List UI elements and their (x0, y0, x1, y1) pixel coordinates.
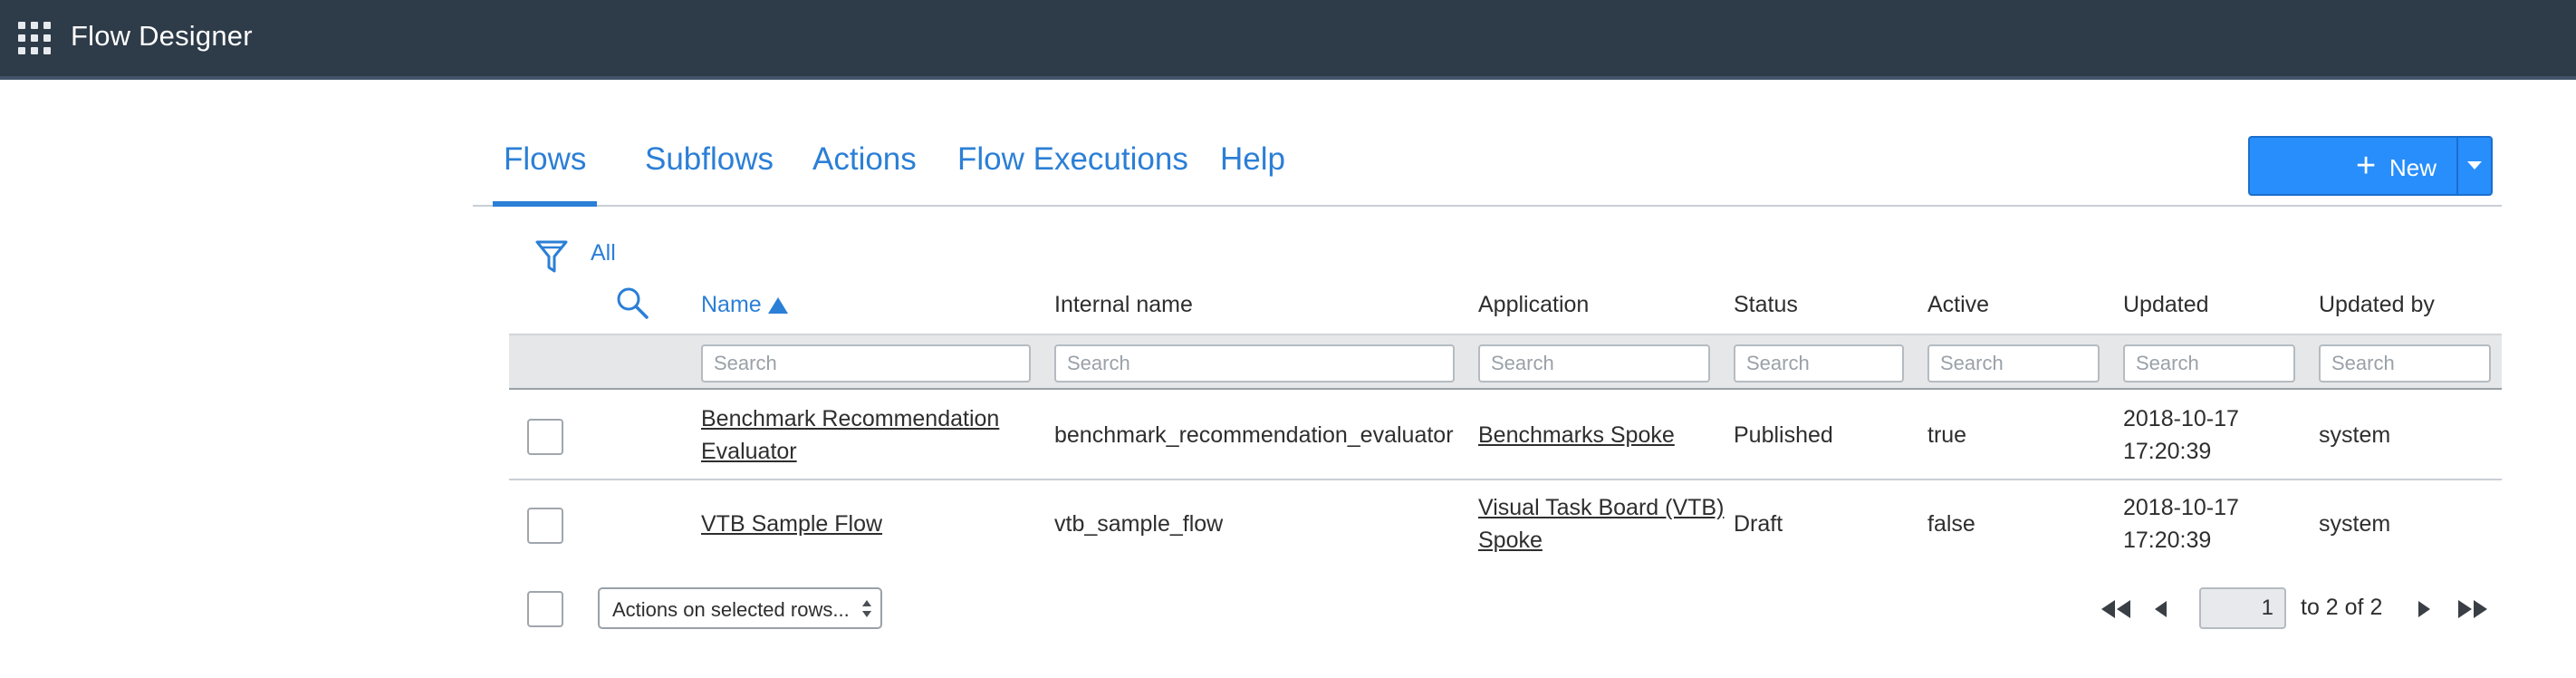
search-input-name[interactable] (701, 344, 1031, 383)
new-button[interactable]: + New (2248, 136, 2493, 196)
last-page-icon[interactable] (2456, 598, 2489, 620)
tab-flow-executions[interactable]: Flow Executions (957, 141, 1188, 178)
column-header-active[interactable]: Active (1927, 292, 1989, 318)
row-name-link[interactable]: VTB Sample Flow (701, 508, 882, 540)
row-checkbox[interactable] (527, 419, 563, 455)
search-input-internal-name[interactable] (1054, 344, 1455, 383)
plus-icon: + (2356, 147, 2377, 185)
actions-on-selected-select[interactable]: Actions on selected rows... (598, 587, 882, 629)
search-input-updated-by[interactable] (2319, 344, 2491, 383)
column-header-application[interactable]: Application (1478, 292, 1589, 318)
app-header: Flow Designer (0, 0, 2576, 80)
row-updated-date: 2018-10-17 (2123, 406, 2239, 431)
table-row: Benchmark Recommendation Evaluator bench… (509, 392, 2502, 480)
column-header-name[interactable]: Name (701, 292, 762, 318)
previous-page-icon[interactable] (2152, 598, 2170, 620)
first-page-icon[interactable] (2100, 598, 2132, 620)
table-row: VTB Sample Flow vtb_sample_flow Visual T… (509, 480, 2502, 569)
actions-select-value: Actions on selected rows... (612, 598, 850, 621)
row-internal-name: benchmark_recommendation_evaluator (1054, 422, 1454, 448)
row-updated-by: system (2319, 511, 2391, 537)
tab-bar: Flows Subflows Actions Flow Executions H… (473, 134, 2502, 207)
column-header-updated-by[interactable]: Updated by (2319, 292, 2435, 318)
column-search-row (509, 334, 2502, 390)
tab-flows[interactable]: Flows (492, 141, 598, 207)
row-application-line: Spoke (1478, 528, 1543, 553)
sort-ascending-icon[interactable] (768, 297, 788, 314)
new-button-label: New (2389, 154, 2437, 181)
row-updated-date: 2018-10-17 (2123, 495, 2239, 520)
search-input-active[interactable] (1927, 344, 2100, 383)
select-up-icon (862, 600, 871, 606)
row-status: Published (1734, 422, 1833, 448)
filter-all-link[interactable]: All (591, 240, 616, 266)
page-range-text: to 2 of 2 (2301, 595, 2383, 620)
search-input-status[interactable] (1734, 344, 1904, 383)
row-updated-time: 17:20:39 (2123, 528, 2212, 553)
column-header-updated[interactable]: Updated (2123, 292, 2209, 318)
search-icon[interactable] (614, 285, 650, 321)
row-updated: 2018-10-17 17:20:39 (2123, 402, 2239, 468)
next-page-icon[interactable] (2415, 598, 2433, 620)
app-title: Flow Designer (71, 20, 253, 52)
row-application-line: Visual Task Board (VTB) (1478, 495, 1725, 520)
row-name-line: Evaluator (701, 439, 797, 464)
row-name-line: VTB Sample Flow (701, 511, 883, 537)
row-name-line: Benchmark Recommendation (701, 406, 1000, 431)
filter-icon[interactable] (534, 237, 569, 276)
row-checkbox[interactable] (527, 508, 563, 544)
select-down-icon (862, 611, 871, 617)
tab-help[interactable]: Help (1220, 141, 1285, 178)
row-application-line: Benchmarks Spoke (1478, 422, 1675, 448)
search-input-application[interactable] (1478, 344, 1710, 383)
select-all-checkbox[interactable] (527, 591, 563, 627)
row-updated-time: 17:20:39 (2123, 439, 2212, 464)
column-header-status[interactable]: Status (1734, 292, 1798, 318)
row-internal-name: vtb_sample_flow (1054, 511, 1224, 537)
row-status: Draft (1734, 511, 1783, 537)
new-button-divider (2456, 138, 2458, 194)
row-name-link[interactable]: Benchmark Recommendation Evaluator (701, 402, 999, 468)
row-updated: 2018-10-17 17:20:39 (2123, 491, 2239, 557)
row-active: true (1927, 422, 1967, 448)
search-input-updated[interactable] (2123, 344, 2295, 383)
app-grid-icon[interactable] (18, 22, 54, 58)
page-number-input[interactable] (2199, 587, 2286, 629)
chevron-down-icon[interactable] (2467, 161, 2482, 170)
row-updated-by: system (2319, 422, 2391, 448)
row-active: false (1927, 511, 1975, 537)
column-header-internal-name[interactable]: Internal name (1054, 292, 1193, 318)
tab-subflows[interactable]: Subflows (645, 141, 774, 178)
tab-actions[interactable]: Actions (812, 141, 917, 178)
row-application-link[interactable]: Benchmarks Spoke (1478, 419, 1675, 451)
row-application-link[interactable]: Visual Task Board (VTB) Spoke (1478, 491, 1724, 557)
